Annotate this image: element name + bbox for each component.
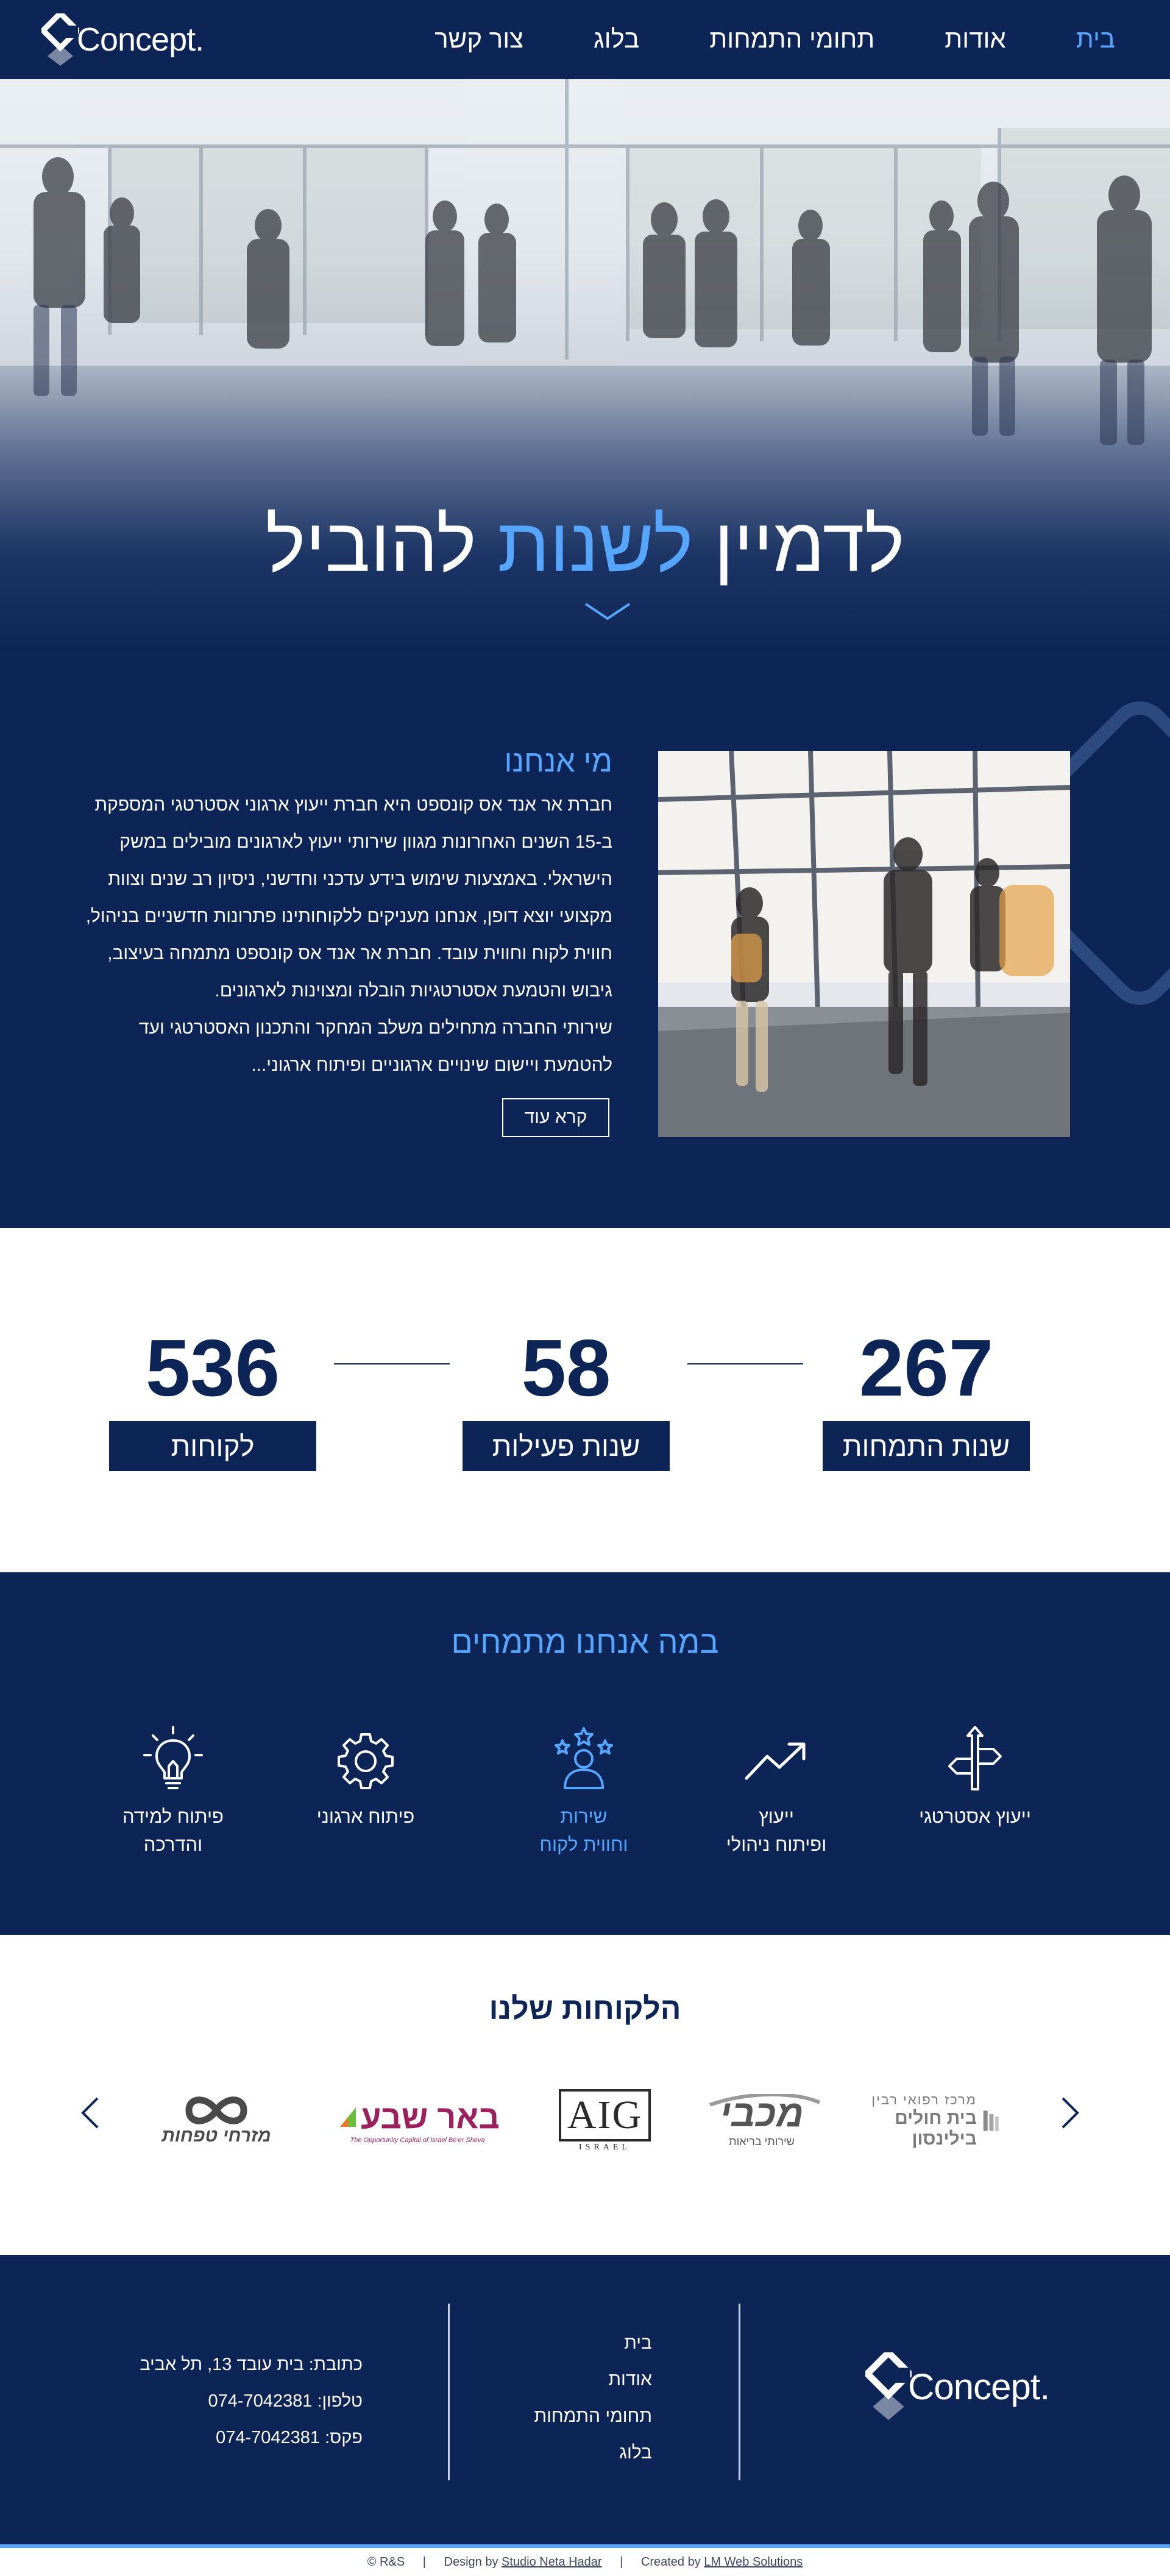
service-label: שירות וחווית לקוח — [539, 1806, 628, 1855]
logo-mark-icon — [41, 13, 79, 66]
stat-expertise-years: 267 שנות התמחות — [823, 1322, 1030, 1471]
clients-title: הלקוחות שלנו — [489, 1992, 681, 2026]
logo-text: Concept. — [908, 2366, 1050, 2407]
chevron-right-icon — [1062, 2097, 1079, 2128]
hero-title-word-3: להוביל — [265, 503, 477, 587]
footer-menu: בית אודות תחומי התמחות בלוג — [534, 2325, 652, 2471]
service-label: פיתוח ארגוני — [316, 1806, 415, 1827]
stat-clients: 536 לקוחות — [109, 1322, 316, 1471]
hero-title: לדמיין לשנות להוביל — [0, 500, 1170, 591]
trending-up-icon — [745, 1742, 806, 1780]
service-label: פיתוח למידה והדרכה — [122, 1806, 224, 1855]
stat-number: 58 — [521, 1323, 611, 1413]
top-navigation: Concept. בית אודות תחומי התמחות בלוג צור… — [0, 0, 1170, 79]
stat-divider — [334, 1363, 450, 1364]
services-section: במה אנחנו מתמחים ייעוץ אסטרטגי ייעוץ ופי… — [0, 1572, 1170, 1935]
services-title: במה אנחנו מתמחים — [451, 1625, 719, 1660]
site-footer: Concept. בית אודות תחומי התמחות בלוג כתו… — [0, 2255, 1170, 2544]
developer-credit-link[interactable]: LM Web Solutions — [704, 2555, 803, 2569]
about-heading: מי אנחנו — [504, 744, 612, 778]
footer-link-about[interactable]: אודות — [608, 2361, 652, 2398]
beersheva-arrow-icon — [340, 2107, 356, 2127]
gear-icon — [338, 1733, 394, 1789]
client-logo-aig: AIG ISRAEL — [555, 2087, 655, 2154]
footer-logo[interactable]: Concept. — [865, 2352, 1050, 2421]
footer-address: כתובת: בית עובד 13, תל אביב — [140, 2355, 363, 2374]
nav-link-expertise[interactable]: תחומי התמחות — [709, 22, 874, 56]
chevron-left-icon — [81, 2097, 99, 2128]
copyright: © R&S — [367, 2555, 405, 2569]
service-organizational-development[interactable]: פיתוח ארגוני — [280, 1725, 451, 1831]
clients-section: הלקוחות שלנו מרכז רפואי רבין בית חולים ב… — [0, 1935, 1170, 2255]
stat-activity-years: 58 שנות פעילות — [463, 1322, 670, 1471]
signpost-icon — [948, 1726, 1002, 1790]
about-paragraph-2: שירותי החברה מתחילים משלב המחקר והתכנון … — [138, 1018, 612, 1075]
nav-link-about[interactable]: אודות — [945, 22, 1006, 56]
footer-divider — [448, 2304, 450, 2480]
site-logo[interactable]: Concept. — [41, 13, 204, 66]
chevron-down-icon[interactable] — [583, 600, 632, 622]
client-logo-beilinson: מרכז רפואי רבין בית חולים בילינסון — [871, 2087, 999, 2154]
about-text: חברת אר אנד אס קונספט היא חברת ייעוץ ארג… — [73, 786, 612, 1084]
stat-label: שנות התמחות — [823, 1421, 1030, 1471]
client-logo-beersheva: באר שבע The Opportunity Capital of Israe… — [329, 2087, 506, 2154]
stats-section: 267 שנות התמחות 58 שנות פעילות 536 לקוחו… — [0, 1228, 1170, 1572]
carousel-prev-button[interactable] — [72, 2092, 108, 2135]
stat-divider — [687, 1363, 803, 1364]
footer-phone: טלפון: 074-7042381 — [208, 2391, 363, 2411]
client-logo-maccabi: מכבי שירותי בריאות — [695, 2087, 829, 2154]
stat-number: 267 — [859, 1323, 994, 1413]
footer-divider — [739, 2304, 740, 2480]
nav-link-blog[interactable]: בלוג — [594, 22, 639, 56]
client-logo-mizrahi: מזרחי טפחות — [155, 2087, 277, 2154]
hero-section: לדמיין לשנות להוביל — [0, 79, 1170, 658]
lightbulb-icon — [143, 1726, 203, 1789]
carousel-next-button[interactable] — [1052, 2092, 1088, 2135]
main-menu: בית אודות תחומי התמחות בלוג צור קשר — [434, 22, 1115, 56]
footer-fax: פקס: 074-7042381 — [216, 2428, 363, 2447]
stat-label: שנות פעילות — [463, 1421, 670, 1471]
customer-stars-icon — [555, 1727, 613, 1789]
nav-link-home[interactable]: בית — [1076, 22, 1115, 56]
about-section: מי אנחנו חברת אר אנד אס קונספט היא חברת … — [0, 658, 1170, 1228]
logo-mark-icon — [865, 2352, 912, 2421]
service-customer-experience[interactable]: שירות וחווית לקוח — [498, 1725, 669, 1859]
service-management-consulting[interactable]: ייעוץ ופיתוח ניהולי — [691, 1725, 862, 1859]
design-credit-link[interactable]: Studio Neta Hadar — [502, 2555, 602, 2569]
footer-link-expertise[interactable]: תחומי התמחות — [534, 2398, 652, 2435]
credits-bar: © R&S | Design by Studio Neta Hadar | Cr… — [0, 2544, 1170, 2576]
footer-link-home[interactable]: בית — [609, 2325, 652, 2361]
stat-number: 536 — [145, 1323, 280, 1413]
hero-title-accent-word: לשנות — [497, 503, 693, 587]
service-strategic-consulting[interactable]: ייעוץ אסטרטגי — [890, 1725, 1060, 1831]
about-paragraph-1: חברת אר אנד אס קונספט היא חברת ייעוץ ארג… — [85, 795, 612, 1001]
service-label: ייעוץ ופיתוח ניהולי — [726, 1806, 827, 1855]
about-photo — [658, 751, 1070, 1137]
service-learning-development[interactable]: פיתוח למידה והדרכה — [88, 1725, 258, 1859]
footer-contact: כתובת: בית עובד 13, תל אביב טלפון: 074-7… — [122, 2346, 363, 2456]
infinity-logo-icon — [185, 2096, 247, 2124]
stat-label: לקוחות — [109, 1421, 316, 1471]
logo-text: Concept. — [77, 21, 204, 58]
hero-title-word-1: לדמיין — [714, 503, 905, 587]
beilinson-mark-icon — [983, 2110, 999, 2131]
read-more-button[interactable]: קרא עוד — [502, 1098, 609, 1137]
footer-link-blog[interactable]: בלוג — [609, 2435, 652, 2471]
service-label: ייעוץ אסטרטגי — [919, 1806, 1031, 1827]
credits-text: © R&S | Design by Studio Neta Hadar | Cr… — [367, 2555, 803, 2569]
nav-link-contact[interactable]: צור קשר — [434, 22, 523, 56]
